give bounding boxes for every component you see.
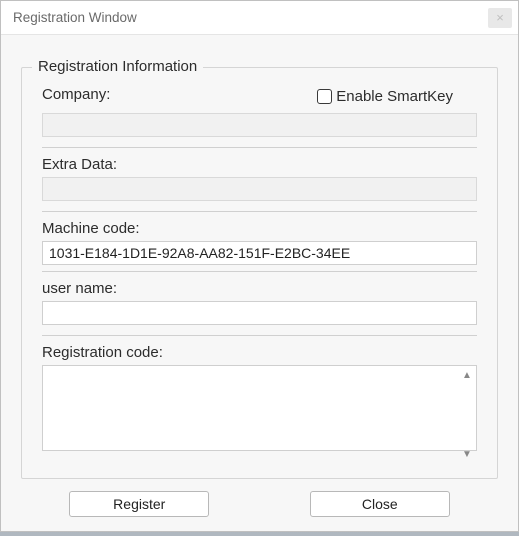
user-name-block: user name: — [42, 280, 477, 325]
enable-smartkey-checkbox[interactable]: Enable SmartKey — [317, 88, 453, 105]
register-button[interactable]: Register — [69, 491, 209, 517]
machine-code-block: Machine code: — [42, 220, 477, 265]
window-content: Registration Information Company: Enable… — [1, 35, 518, 531]
company-row: Company: Enable SmartKey — [42, 86, 477, 107]
checkbox-box-icon — [317, 89, 332, 104]
titlebar: Registration Window × — [1, 1, 518, 35]
registration-code-input[interactable] — [42, 365, 477, 451]
company-input[interactable] — [42, 113, 477, 137]
registration-info-group: Registration Information Company: Enable… — [21, 67, 498, 479]
divider — [42, 147, 477, 148]
group-title: Registration Information — [32, 58, 203, 75]
enable-smartkey-label: Enable SmartKey — [336, 88, 453, 105]
divider — [42, 271, 477, 272]
extra-data-input[interactable] — [42, 177, 477, 201]
machine-code-label: Machine code: — [42, 220, 477, 237]
close-icon[interactable]: × — [488, 8, 512, 28]
registration-window: Registration Window × Registration Infor… — [0, 0, 519, 532]
machine-code-input[interactable] — [42, 241, 477, 265]
button-row: Register Close — [21, 479, 498, 517]
extra-data-label: Extra Data: — [42, 156, 477, 173]
registration-code-block: Registration code: ▲ ▼ — [42, 344, 477, 464]
close-button[interactable]: Close — [310, 491, 450, 517]
user-name-input[interactable] — [42, 301, 477, 325]
user-name-label: user name: — [42, 280, 477, 297]
divider — [42, 335, 477, 336]
company-label: Company: — [42, 86, 110, 103]
extra-data-block: Extra Data: — [42, 156, 477, 201]
window-title: Registration Window — [13, 10, 137, 25]
registration-code-wrap: ▲ ▼ — [42, 365, 477, 464]
registration-code-label: Registration code: — [42, 344, 477, 361]
divider — [42, 211, 477, 212]
